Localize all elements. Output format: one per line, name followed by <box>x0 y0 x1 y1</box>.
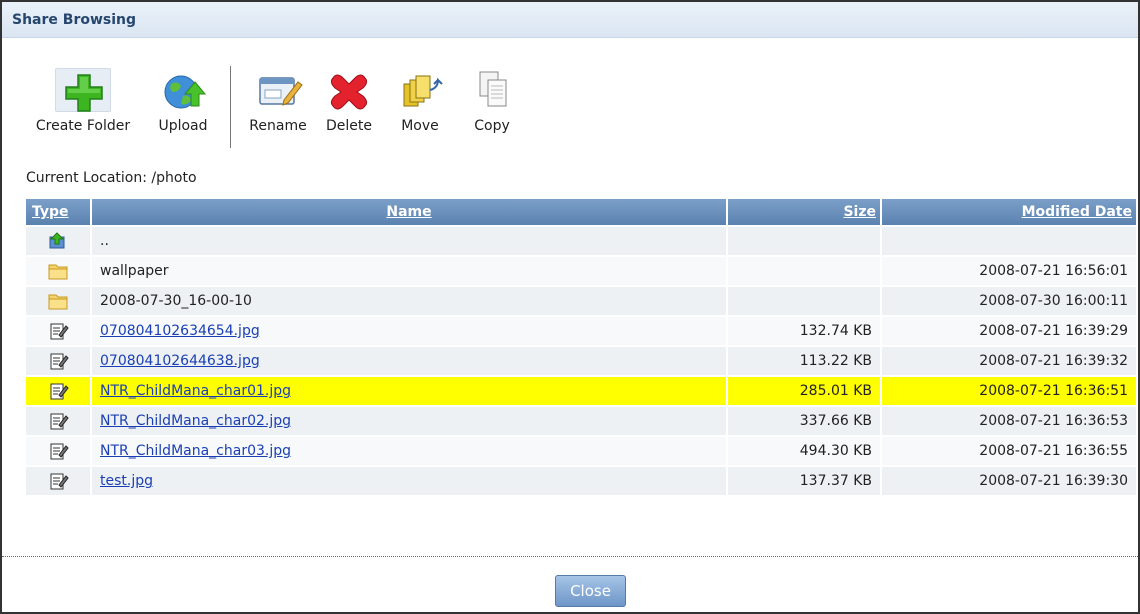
file-modified <box>882 227 1136 255</box>
file-icon <box>47 471 69 491</box>
rename-icon <box>250 68 306 112</box>
file-size: 113.22 KB <box>728 347 880 375</box>
window-title: Share Browsing <box>12 12 137 28</box>
file-link[interactable]: NTR_ChildMana_char01.jpg <box>100 383 291 399</box>
folder-icon <box>47 261 69 281</box>
file-modified: 2008-07-21 16:39:29 <box>882 317 1136 345</box>
file-modified: 2008-07-21 16:36:53 <box>882 407 1136 435</box>
column-header-size[interactable]: Size <box>728 199 880 225</box>
file-link[interactable]: 070804102634654.jpg <box>100 323 260 339</box>
file-icon <box>47 441 69 461</box>
parent-folder-icon <box>47 231 69 251</box>
file-size <box>728 287 880 315</box>
file-link[interactable]: NTR_ChildMana_char02.jpg <box>100 413 291 429</box>
file-icon <box>47 351 69 371</box>
column-header-name[interactable]: Name <box>92 199 726 225</box>
file-modified: 2008-07-21 16:36:51 <box>882 377 1136 405</box>
file-size <box>728 227 880 255</box>
file-size: 285.01 KB <box>728 377 880 405</box>
file-modified: 2008-07-21 16:39:30 <box>882 467 1136 495</box>
column-header-modified[interactable]: Modified Date <box>882 199 1136 225</box>
table-row[interactable]: NTR_ChildMana_char03.jpg 494.30 KB 2008-… <box>26 437 1136 465</box>
copy-label: Copy <box>474 118 510 134</box>
file-icon <box>47 321 69 341</box>
plus-icon <box>55 68 111 112</box>
title-bar: Share Browsing <box>2 2 1138 38</box>
file-size: 337.66 KB <box>728 407 880 435</box>
file-size: 494.30 KB <box>728 437 880 465</box>
table-header-row: Type Name Size Modified Date <box>26 199 1136 225</box>
file-modified: 2008-07-21 16:56:01 <box>882 257 1136 285</box>
file-link[interactable]: NTR_ChildMana_char03.jpg <box>100 443 291 459</box>
file-size <box>728 257 880 285</box>
file-size: 137.37 KB <box>728 467 880 495</box>
file-link[interactable]: 070804102644638.jpg <box>100 353 260 369</box>
upload-label: Upload <box>158 118 208 134</box>
file-icon <box>47 381 69 401</box>
file-size: 132.74 KB <box>728 317 880 345</box>
share-browsing-window: Share Browsing Create Folder Upload Rena… <box>0 0 1140 614</box>
file-table: Type Name Size Modified Date .. wallpape… <box>24 197 1138 497</box>
column-header-type[interactable]: Type <box>26 199 90 225</box>
copy-button[interactable]: Copy <box>464 68 520 134</box>
file-modified: 2008-07-30 16:00:11 <box>882 287 1136 315</box>
globe-upload-icon <box>155 68 211 112</box>
table-row[interactable]: 2008-07-30_16-00-10 2008-07-30 16:00:11 <box>26 287 1136 315</box>
create-folder-button[interactable]: Create Folder <box>22 68 144 134</box>
file-modified: 2008-07-21 16:39:32 <box>882 347 1136 375</box>
sort-name-link[interactable]: Name <box>386 204 431 220</box>
table-row[interactable]: .. <box>26 227 1136 255</box>
table-row[interactable]: wallpaper 2008-07-21 16:56:01 <box>26 257 1136 285</box>
move-label: Move <box>401 118 439 134</box>
file-name[interactable]: 2008-07-30_16-00-10 <box>92 287 726 315</box>
table-row[interactable]: 070804102644638.jpg 113.22 KB 2008-07-21… <box>26 347 1136 375</box>
toolbar: Create Folder Upload Rename Delete Move … <box>22 66 622 154</box>
sort-modified-link[interactable]: Modified Date <box>1022 204 1132 220</box>
delete-button[interactable]: Delete <box>318 68 380 134</box>
move-icon <box>392 68 448 112</box>
table-row[interactable]: test.jpg 137.37 KB 2008-07-21 16:39:30 <box>26 467 1136 495</box>
table-row[interactable]: NTR_ChildMana_char02.jpg 337.66 KB 2008-… <box>26 407 1136 435</box>
move-button[interactable]: Move <box>392 68 448 134</box>
sort-type-link[interactable]: Type <box>32 204 69 220</box>
close-button[interactable]: Close <box>555 575 626 607</box>
delete-x-icon <box>321 68 377 112</box>
folder-icon <box>47 291 69 311</box>
sort-size-link[interactable]: Size <box>843 204 876 220</box>
file-link[interactable]: test.jpg <box>100 473 153 489</box>
table-row[interactable]: 070804102634654.jpg 132.74 KB 2008-07-21… <box>26 317 1136 345</box>
file-modified: 2008-07-21 16:36:55 <box>882 437 1136 465</box>
file-icon <box>47 411 69 431</box>
copy-icon <box>464 68 520 112</box>
footer-divider <box>2 556 1138 557</box>
file-name[interactable]: .. <box>92 227 726 255</box>
delete-label: Delete <box>326 118 372 134</box>
toolbar-separator <box>230 66 231 148</box>
upload-button[interactable]: Upload <box>150 68 216 134</box>
file-name[interactable]: wallpaper <box>92 257 726 285</box>
rename-button[interactable]: Rename <box>242 68 314 134</box>
rename-label: Rename <box>249 118 307 134</box>
create-folder-label: Create Folder <box>35 118 131 134</box>
table-row-highlighted[interactable]: NTR_ChildMana_char01.jpg 285.01 KB 2008-… <box>26 377 1136 405</box>
current-location: Current Location: /photo <box>26 170 197 186</box>
